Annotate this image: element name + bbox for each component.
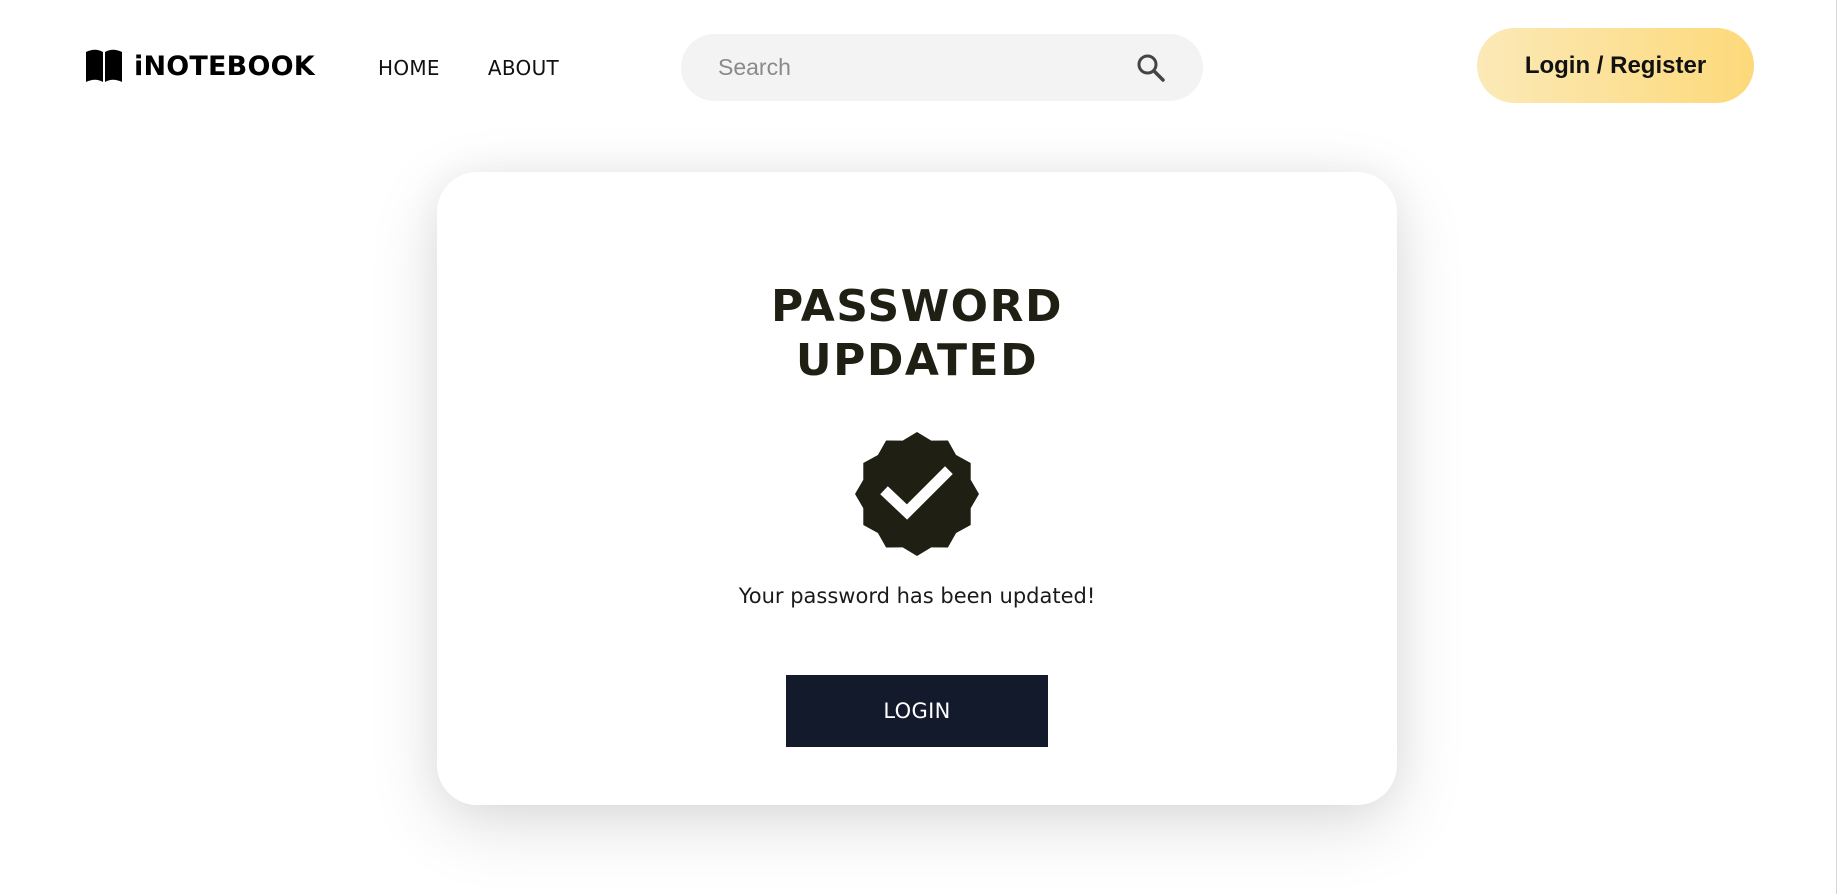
main-nav: HOME ABOUT [378, 56, 559, 80]
login-register-button[interactable]: Login / Register [1477, 28, 1754, 103]
title-line-1: PASSWORD [770, 281, 1063, 332]
search-input[interactable] [716, 46, 1120, 89]
login-button[interactable]: LOGIN [786, 675, 1048, 747]
verified-badge-check-icon [855, 432, 979, 556]
page-title: PASSWORD UPDATED [437, 280, 1397, 388]
navbar: iNOTEBOOK HOME ABOUT Login / Register [0, 0, 1837, 130]
brand-name: iNOTEBOOK [134, 50, 315, 82]
search-icon[interactable] [1135, 52, 1167, 84]
brand-link[interactable]: iNOTEBOOK [84, 48, 315, 84]
success-message: Your password has been updated! [738, 584, 1096, 608]
nav-home-link[interactable]: HOME [378, 56, 440, 80]
search-bar [681, 34, 1203, 101]
title-line-2: UPDATED [795, 335, 1039, 386]
nav-about-link[interactable]: ABOUT [488, 56, 559, 80]
password-updated-card: PASSWORD UPDATED Your password has been … [437, 172, 1397, 805]
open-book-icon [84, 48, 124, 84]
